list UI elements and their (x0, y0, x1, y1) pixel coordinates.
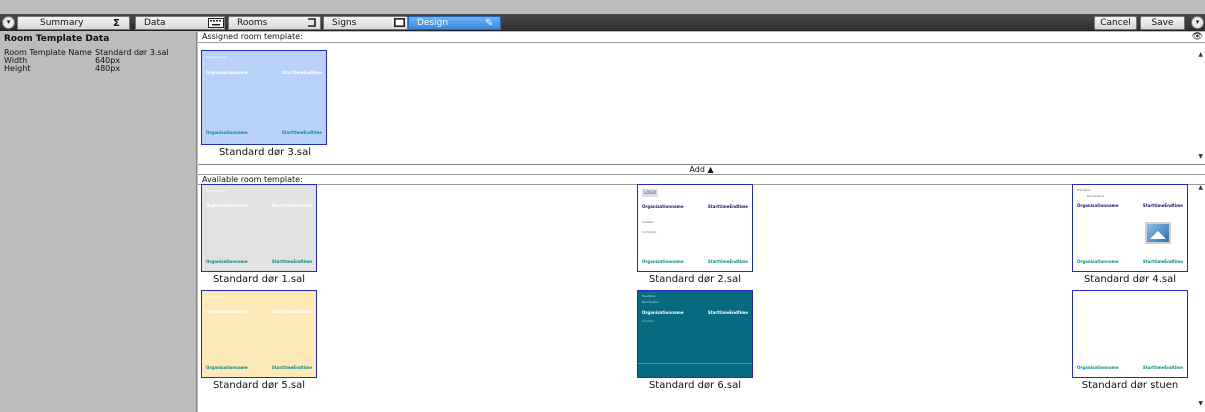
thumb-org: Organisationname (642, 204, 684, 209)
cancel-button[interactable]: Cancel (1094, 16, 1137, 30)
thumb-org: Organisationname (1077, 203, 1119, 208)
keyboard-icon (208, 18, 224, 31)
thumb-time: StarttimeEndtime (707, 204, 748, 209)
assigned-label: Assigned room template: (198, 32, 1205, 43)
app-window: ▾ Summary Σ Data Rooms Signs Design ✎ Ca… (0, 0, 1205, 412)
thumb-org-bottom: Organisationname (206, 130, 248, 135)
thumb-time-bottom: StarttimeEndtime (271, 259, 312, 264)
thumb-field: Subtext (642, 220, 654, 224)
assigned-template-area: ▲ ▼ Headline text Organisationname Start… (198, 43, 1205, 165)
add-button[interactable]: Add ▲ (198, 165, 1205, 174)
thumb-header: Headline text (206, 189, 227, 193)
thumb-header: Headline (1077, 188, 1091, 192)
template-thumbnail[interactable]: Headline Roomname Organisationname Start… (637, 290, 753, 378)
scroll-down-icon[interactable]: ▼ (1198, 400, 1203, 407)
logo-placeholder: LOGO (642, 189, 658, 197)
thumb-field: Subtext (642, 319, 654, 323)
thumb-org: Organisationname (206, 70, 248, 75)
thumb-org: Organisationname (642, 310, 684, 315)
thumb-org-bottom: Organisationname (1077, 259, 1119, 264)
tab-rooms[interactable]: Rooms (228, 16, 321, 30)
main-area: Assigned room template: 👁 ▲ ▼ Headline t… (198, 32, 1205, 412)
pencil-icon: ✎ (485, 18, 494, 29)
tab-data[interactable]: Data (135, 16, 225, 30)
tab-signs[interactable]: Signs (323, 16, 408, 30)
template-thumbnail[interactable]: Headline text Organisationname Starttime… (201, 290, 317, 378)
template-name: Standard dør 1.sal (212, 274, 306, 285)
room-template-data-panel: Room Template Data Room Template Name St… (0, 32, 197, 412)
menu-dropdown-button[interactable]: ▾ (2, 16, 15, 29)
thumb-header: Headline text (206, 295, 227, 299)
scroll-up-icon[interactable]: ▲ (1198, 51, 1203, 58)
thumb-time: StarttimeEndtime (271, 203, 312, 208)
thumb-org-bottom: Organisationname (1077, 365, 1119, 370)
tab-bar: ▾ Summary Σ Data Rooms Signs Design ✎ Ca… (0, 14, 1205, 31)
tab-signs-label: Signs (332, 18, 357, 28)
thumb-subheader: Roomname (642, 300, 660, 304)
thumb-time: StarttimeEndtime (281, 70, 322, 75)
template-name: Standard dør 6.sal (648, 380, 742, 391)
assigned-template-name: Standard dør 3.sal (218, 147, 312, 158)
thumb-subheader: Roomname (1087, 194, 1105, 198)
sign-icon (394, 18, 405, 30)
thumb-org-bottom: Organisationname (206, 259, 248, 264)
tab-design-label: Design (417, 18, 449, 28)
thumb-org-bottom: Organisationname (206, 365, 248, 370)
door-icon (307, 18, 316, 30)
scroll-up-icon[interactable]: ▲ (1198, 184, 1203, 191)
thumb-header: Headline text (206, 55, 227, 59)
eye-icon[interactable]: 👁 (1192, 32, 1203, 42)
tab-summary[interactable]: Summary Σ (17, 16, 130, 30)
thumb-org-bottom: Organisationname (642, 259, 684, 264)
panel-title: Room Template Data (4, 34, 110, 44)
thumb-field: Comment (642, 230, 657, 234)
thumb-time-bottom: StarttimeEndtime (707, 259, 748, 264)
tab-design[interactable]: Design ✎ (408, 16, 501, 30)
data-row-height: Height 480px (4, 65, 192, 73)
thumb-time: StarttimeEndtime (1142, 203, 1183, 208)
template-thumbnail[interactable]: Headline Roomname Organisationname Start… (1072, 184, 1188, 272)
row-key: Height (4, 64, 31, 73)
row-value: 480px (95, 64, 121, 73)
thumb-org: Organisationname (206, 203, 248, 208)
template-name: Standard dør 5.sal (212, 380, 306, 391)
tab-rooms-label: Rooms (237, 18, 268, 28)
thumb-time: StarttimeEndtime (271, 309, 312, 314)
thumb-time-bottom: StarttimeEndtime (1142, 365, 1183, 370)
tab-summary-label: Summary (40, 18, 84, 28)
thumb-header: Headline (642, 294, 656, 298)
options-dropdown-button[interactable]: ▾ (1191, 16, 1204, 29)
thumb-time: StarttimeEndtime (707, 310, 748, 315)
template-name: Standard dør 4.sal (1083, 274, 1177, 285)
scroll-down-icon[interactable]: ▼ (1198, 153, 1203, 160)
divider (638, 363, 752, 364)
tab-data-label: Data (144, 18, 166, 28)
assigned-template-thumbnail[interactable]: Headline text Organisationname Starttime… (201, 50, 327, 145)
sigma-icon: Σ (113, 18, 120, 29)
template-name: Standard dør stuen (1081, 380, 1179, 391)
thumb-time-bottom: StarttimeEndtime (281, 130, 322, 135)
template-thumbnail[interactable]: LOGO Organisationname StarttimeEndtime S… (637, 184, 753, 272)
thumb-time-bottom: StarttimeEndtime (271, 365, 312, 370)
template-thumbnail[interactable]: Organisationname StarttimeEndtime (1072, 290, 1188, 378)
image-placeholder-icon (1145, 222, 1171, 244)
thumb-org: Organisationname (206, 309, 248, 314)
template-thumbnail[interactable]: Headline text Organisationname Starttime… (201, 184, 317, 272)
save-button[interactable]: Save (1140, 16, 1185, 30)
thumb-time-bottom: StarttimeEndtime (1142, 259, 1183, 264)
template-name: Standard dør 2.sal (648, 274, 742, 285)
